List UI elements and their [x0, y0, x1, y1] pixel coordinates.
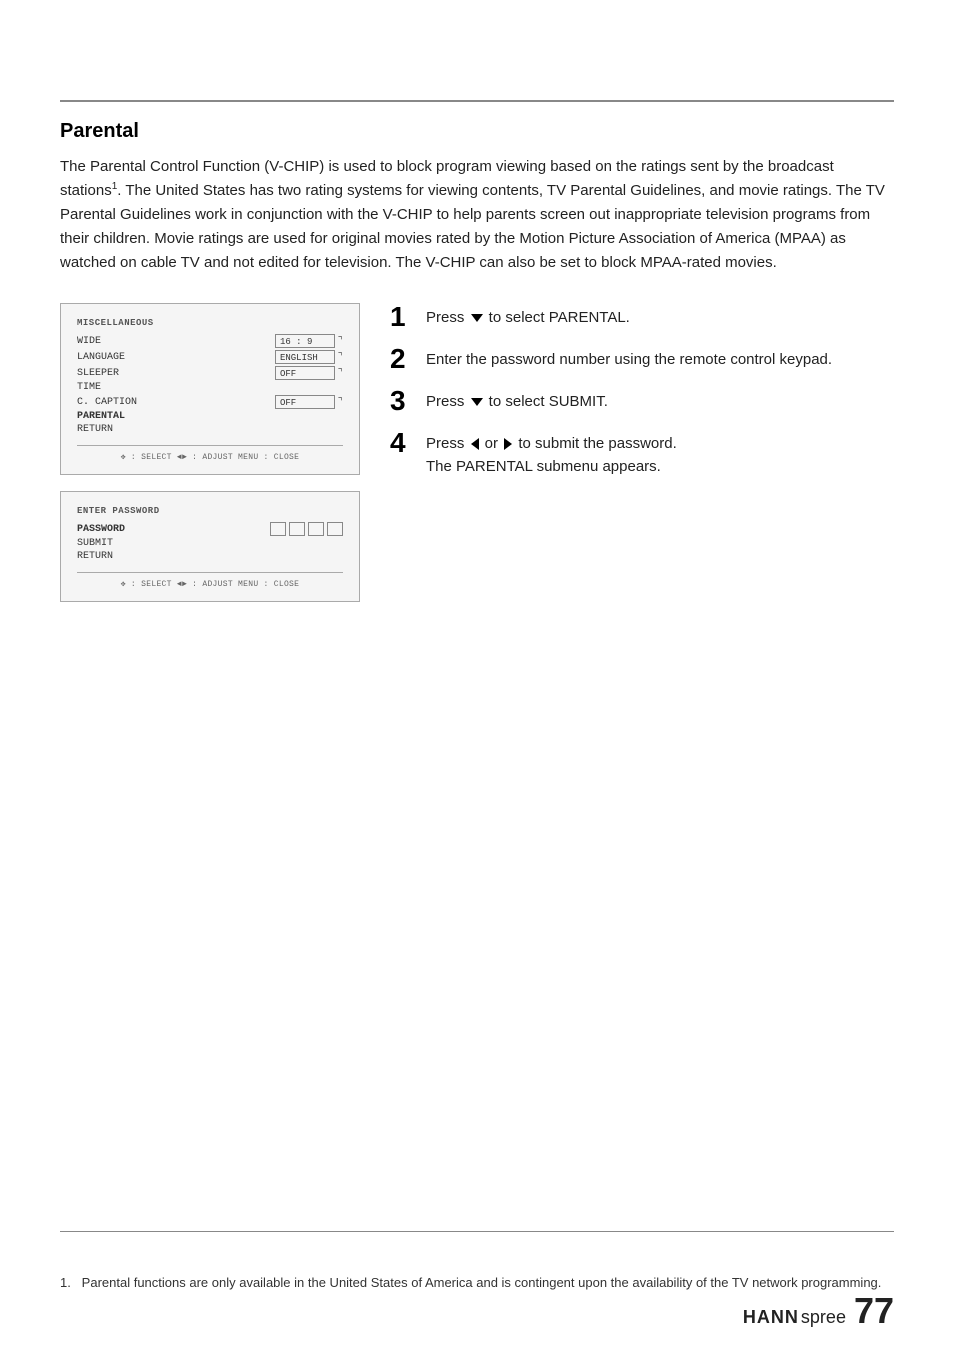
screen2-label-password: PASSWORD [77, 524, 125, 535]
screen1-row-return: RETURN [77, 424, 343, 435]
screen1-row-wide: WIDE 16 : 9 ⌝ [77, 334, 343, 348]
pwd-box-4 [327, 522, 343, 536]
screen2-label-submit: SUBMIT [77, 538, 113, 549]
instruction-2: 2 Enter the password number using the re… [390, 345, 894, 373]
top-rule [60, 100, 894, 102]
arrow-down-icon-1 [471, 314, 483, 322]
screen1-label-ccaption: C. CAPTION [77, 397, 137, 408]
screen1-value-language: ENGLISH ⌝ [275, 350, 343, 364]
bottom-rule [60, 1231, 894, 1232]
instruction-4-text: Press or to submit the password. The PAR… [426, 429, 677, 478]
instruction-1: 1 Press to select PARENTAL. [390, 303, 894, 331]
instruction-4-number: 4 [390, 429, 414, 457]
brand-page-number: 77 [854, 1290, 894, 1332]
screen2-row-submit: SUBMIT [77, 538, 343, 549]
screen1-row-sleeper: SLEEPER OFF ⌝ [77, 366, 343, 380]
section-title: Parental [60, 120, 894, 143]
screen1-row-parental: PARENTAL [77, 411, 343, 422]
pwd-box-2 [289, 522, 305, 536]
screen1: MISCELLANEOUS WIDE 16 : 9 ⌝ LANGUAGE ENG… [60, 303, 360, 475]
screen2-password-boxes [270, 522, 343, 536]
instructions-column: 1 Press to select PARENTAL. 2 Enter the … [390, 303, 894, 492]
screen1-label-sleeper: SLEEPER [77, 368, 119, 379]
screen1-header: MISCELLANEOUS [77, 318, 343, 328]
screen1-box-ccaption: OFF [275, 395, 335, 409]
screen1-label-wide: WIDE [77, 336, 101, 347]
screen2-footer: ✥ : SELECT ◄► : ADJUST MENU : CLOSE [77, 572, 343, 589]
screen2-row-return: RETURN [77, 551, 343, 562]
screen2-row-password: PASSWORD [77, 522, 343, 536]
screen1-row-language: LANGUAGE ENGLISH ⌝ [77, 350, 343, 364]
screen1-footer: ✥ : SELECT ◄► : ADJUST MENU : CLOSE [77, 445, 343, 462]
screen2-label-return: RETURN [77, 551, 113, 562]
intro-text: The Parental Control Function (V-CHIP) i… [60, 155, 894, 275]
screen1-row-ccaption: C. CAPTION OFF ⌝ [77, 395, 343, 409]
screens-column: MISCELLANEOUS WIDE 16 : 9 ⌝ LANGUAGE ENG… [60, 303, 360, 602]
submenu-note: The PARENTAL submenu appears. [426, 458, 661, 475]
instruction-2-text: Enter the password number using the remo… [426, 345, 832, 372]
instruction-3-number: 3 [390, 387, 414, 415]
pwd-box-1 [270, 522, 286, 536]
arrow-right-icon-4 [504, 438, 512, 450]
arrow-down-icon-3 [471, 398, 483, 406]
screen1-value-sleeper: OFF ⌝ [275, 366, 343, 380]
screen1-label-language: LANGUAGE [77, 352, 125, 363]
screen1-label-time: TIME [77, 382, 101, 393]
screen1-value-ccaption: OFF ⌝ [275, 395, 343, 409]
content-area: MISCELLANEOUS WIDE 16 : 9 ⌝ LANGUAGE ENG… [60, 303, 894, 602]
screen1-box-sleeper: OFF [275, 366, 335, 380]
screen1-label-parental: PARENTAL [77, 411, 125, 422]
screen2-header: ENTER PASSWORD [77, 506, 343, 516]
instruction-2-number: 2 [390, 345, 414, 373]
screen2: ENTER PASSWORD PASSWORD SUBMIT RE [60, 491, 360, 602]
instruction-1-text: Press to select PARENTAL. [426, 303, 630, 330]
screen1-label-return: RETURN [77, 424, 113, 435]
arrow-left-icon-4 [471, 438, 479, 450]
instruction-4: 4 Press or to submit the password. The P… [390, 429, 894, 478]
brand-area: HANNspree 77 [743, 1290, 894, 1332]
screen1-row-time: TIME [77, 382, 343, 393]
main-content: Parental The Parental Control Function (… [60, 120, 894, 602]
screen1-box-wide: 16 : 9 [275, 334, 335, 348]
screen1-value-wide: 16 : 9 ⌝ [275, 334, 343, 348]
instruction-1-number: 1 [390, 303, 414, 331]
screen1-box-language: ENGLISH [275, 350, 335, 364]
instruction-3-text: Press to select SUBMIT. [426, 387, 608, 414]
brand-hann: HANN [743, 1307, 799, 1328]
pwd-box-3 [308, 522, 324, 536]
brand-spree: spree [801, 1307, 846, 1328]
instruction-3: 3 Press to select SUBMIT. [390, 387, 894, 415]
